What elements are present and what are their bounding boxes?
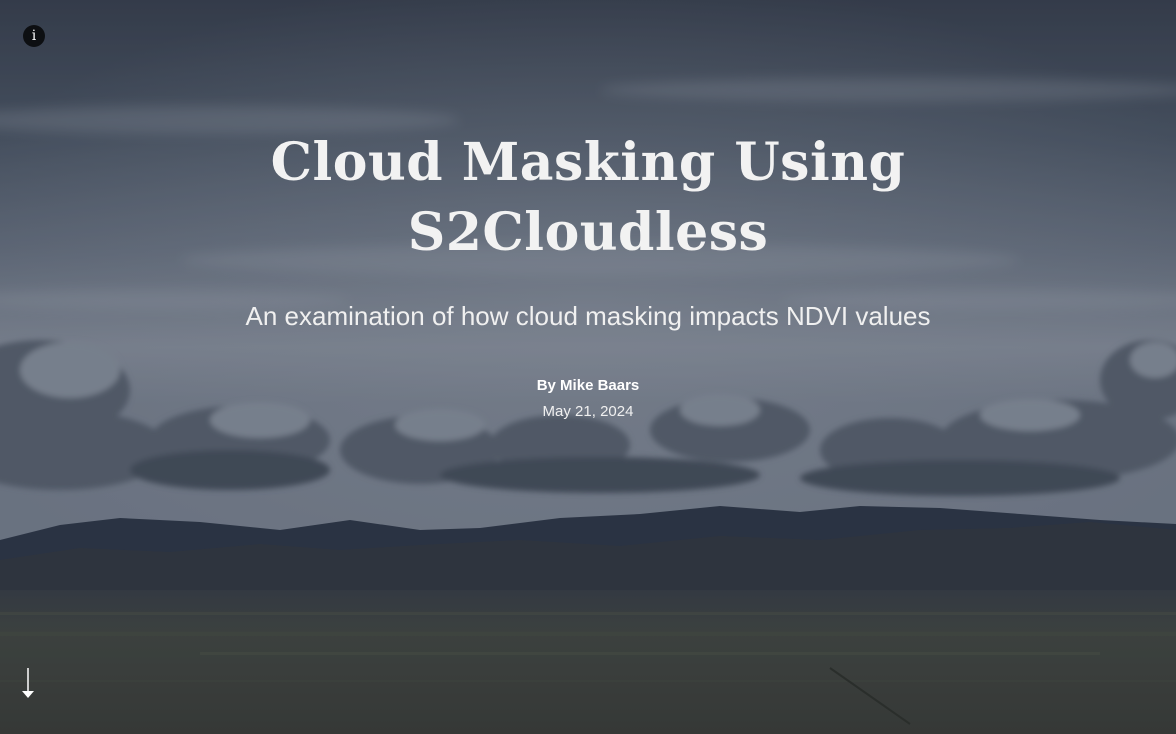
story-subtitle: An examination of how cloud masking impa… bbox=[245, 301, 931, 331]
arrow-down-icon[interactable] bbox=[18, 664, 38, 702]
title-block: Cloud Masking Using S2Cloudless An exami… bbox=[0, 128, 1176, 422]
story-byline: By Mike Baars bbox=[536, 377, 640, 394]
hero-section: i Cloud Masking Using S2Cloudless An exa… bbox=[0, 0, 1176, 734]
info-icon: i bbox=[31, 28, 37, 44]
story-title: Cloud Masking Using S2Cloudless bbox=[270, 132, 906, 263]
info-button[interactable]: i bbox=[23, 25, 45, 47]
story-date: May 21, 2024 bbox=[542, 403, 634, 420]
